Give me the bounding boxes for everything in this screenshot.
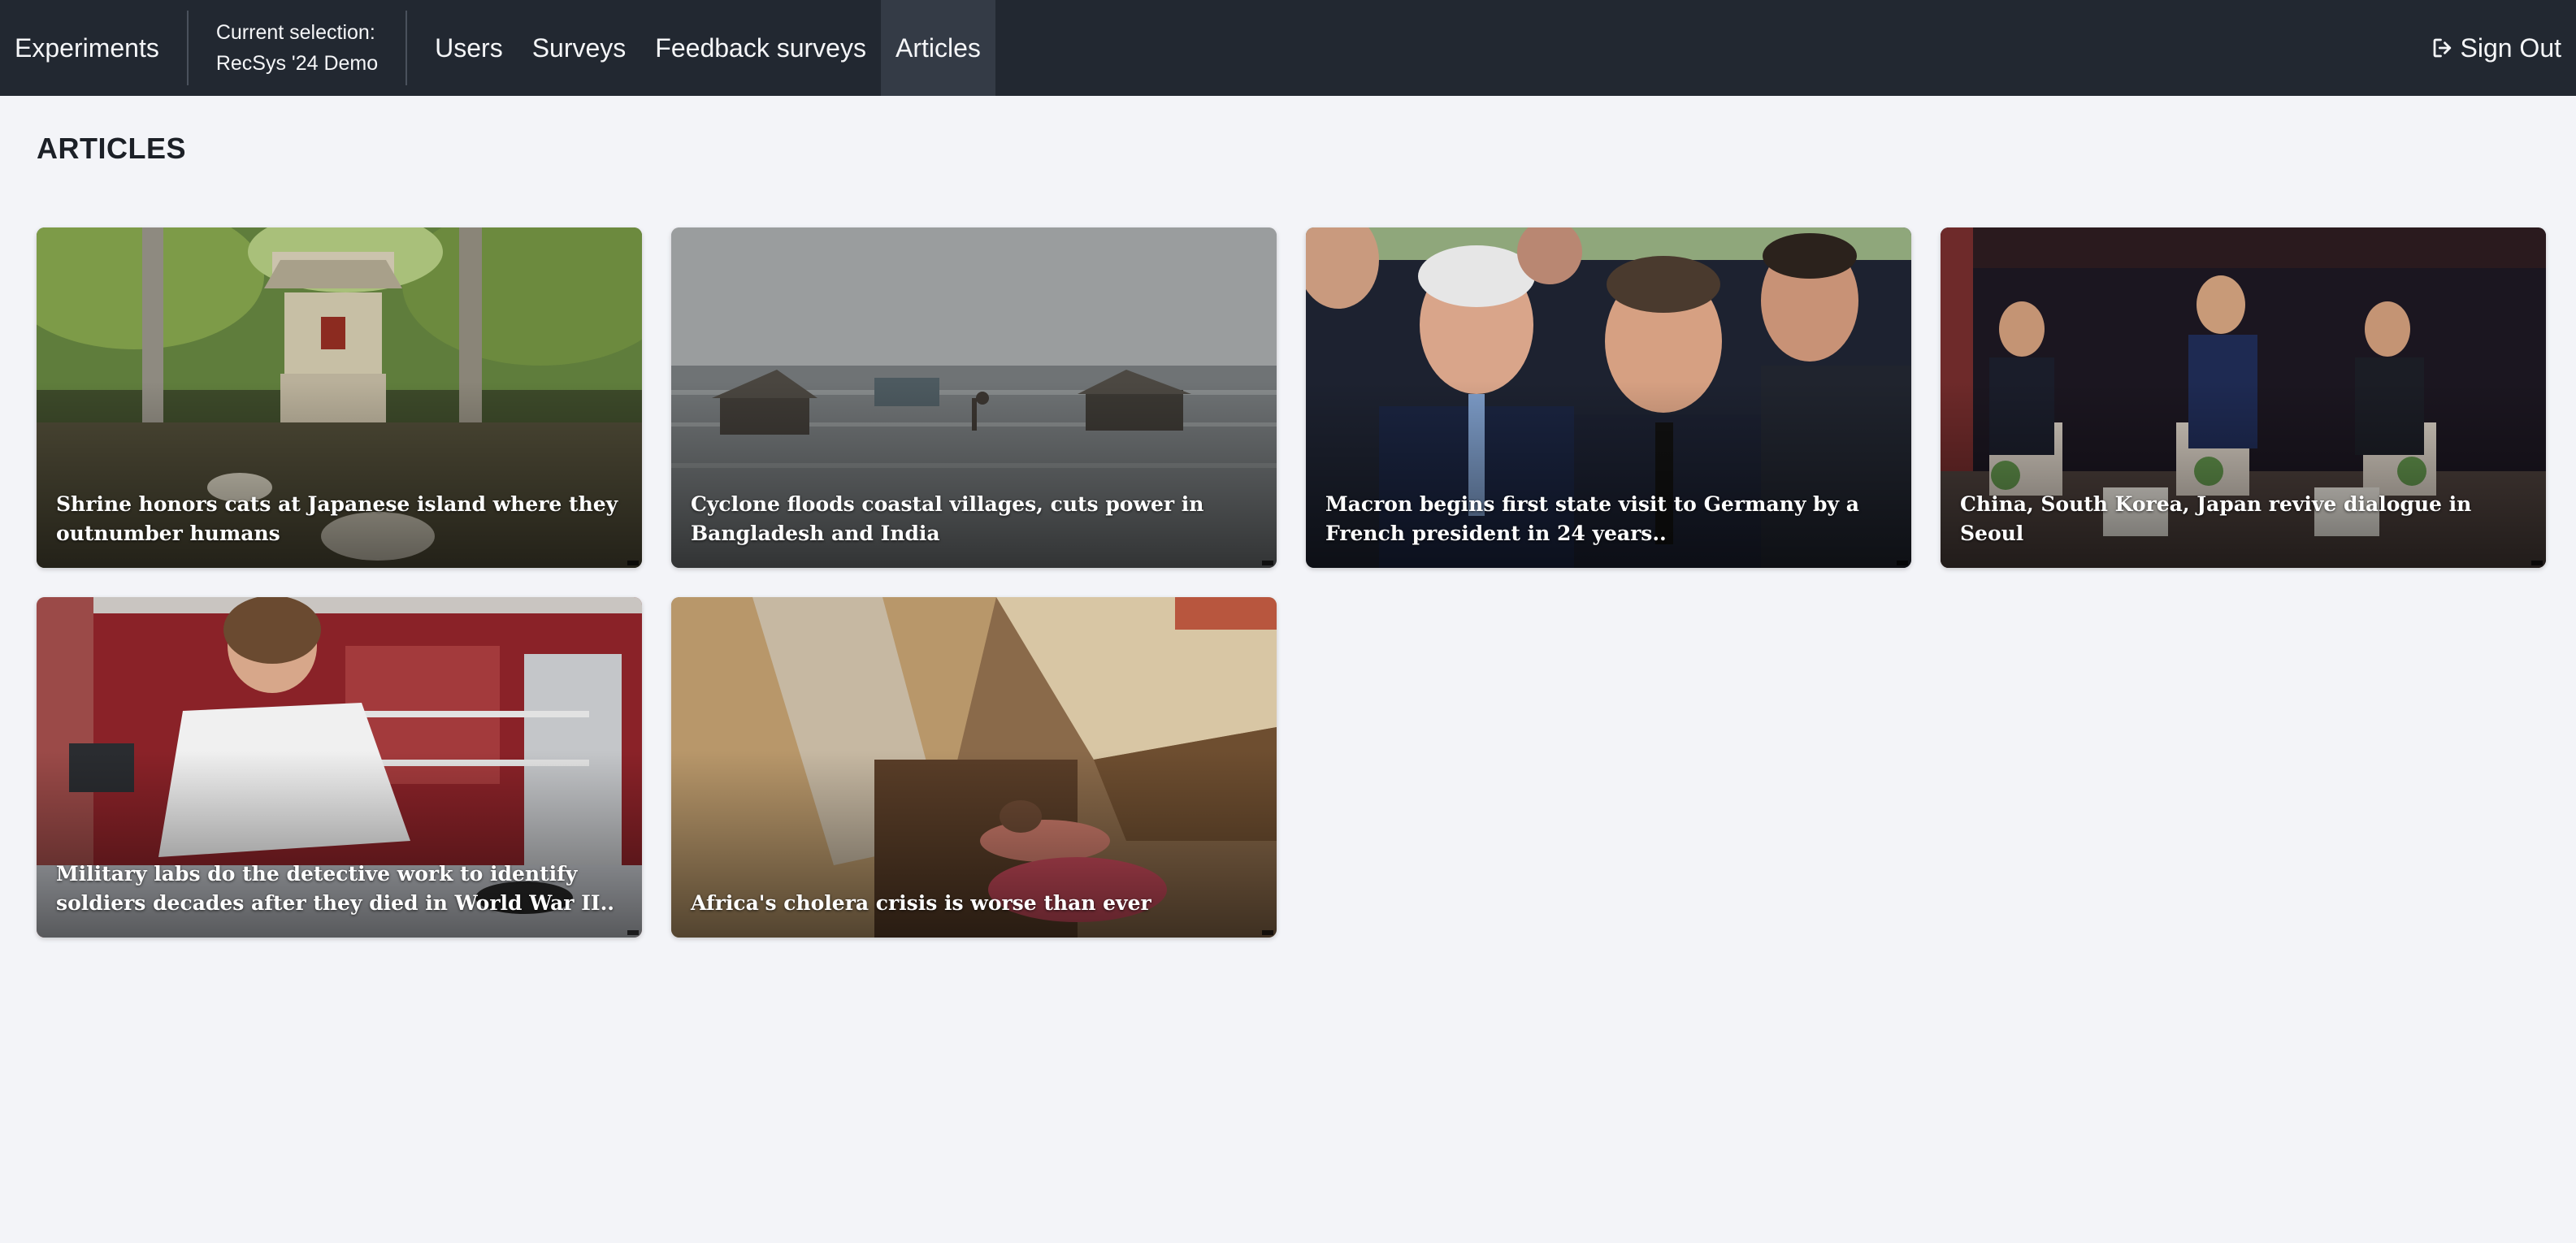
nav-link-surveys[interactable]: Surveys [518,0,641,96]
article-card[interactable]: China, South Korea, Japan revive dialogu… [1941,227,2546,568]
top-navbar: Experiments Current selection: RecSys '2… [0,0,2576,96]
image-credit [1262,561,1273,565]
article-title: Africa's cholera crisis is worse than ev… [691,891,1151,915]
current-selection-label: Current selection: [215,21,375,44]
nav-links: Users Surveys Feedback surveys Articles [407,0,995,96]
image-credit [627,930,639,935]
article-title: Shrine honors cats at Japanese island wh… [56,492,618,545]
article-title: Cyclone floods coastal villages, cuts po… [691,492,1204,545]
image-credit [1897,561,1908,565]
article-title: Military labs do the detective work to i… [56,862,614,915]
image-credit [2531,561,2543,565]
article-title: Macron begins first state visit to Germa… [1325,492,1859,545]
sign-out-label: Sign Out [2460,32,2561,63]
article-card[interactable]: Military labs do the detective work to i… [37,597,642,938]
article-title: China, South Korea, Japan revive dialogu… [1960,492,2472,545]
article-card[interactable]: Macron begins first state visit to Germa… [1306,227,1911,568]
nav-link-articles[interactable]: Articles [880,0,995,96]
current-selection: Current selection: RecSys '24 Demo [189,0,405,96]
page-title: ARTICLES [37,132,186,165]
current-selection-value: RecSys '24 Demo [215,52,379,75]
article-card[interactable]: Cyclone floods coastal villages, cuts po… [671,227,1277,568]
brand-experiments-link[interactable]: Experiments [0,0,187,96]
articles-grid: Shrine honors cats at Japanese island wh… [37,227,2546,938]
image-credit [1262,930,1273,935]
sign-out-icon [2434,38,2452,58]
article-card[interactable]: Africa's cholera crisis is worse than ev… [671,597,1277,938]
nav-link-users[interactable]: Users [407,0,518,96]
image-credit [627,561,639,565]
nav-link-feedback-surveys[interactable]: Feedback surveys [640,0,881,96]
sign-out-button[interactable]: Sign Out [2431,0,2576,96]
article-card[interactable]: Shrine honors cats at Japanese island wh… [37,227,642,568]
